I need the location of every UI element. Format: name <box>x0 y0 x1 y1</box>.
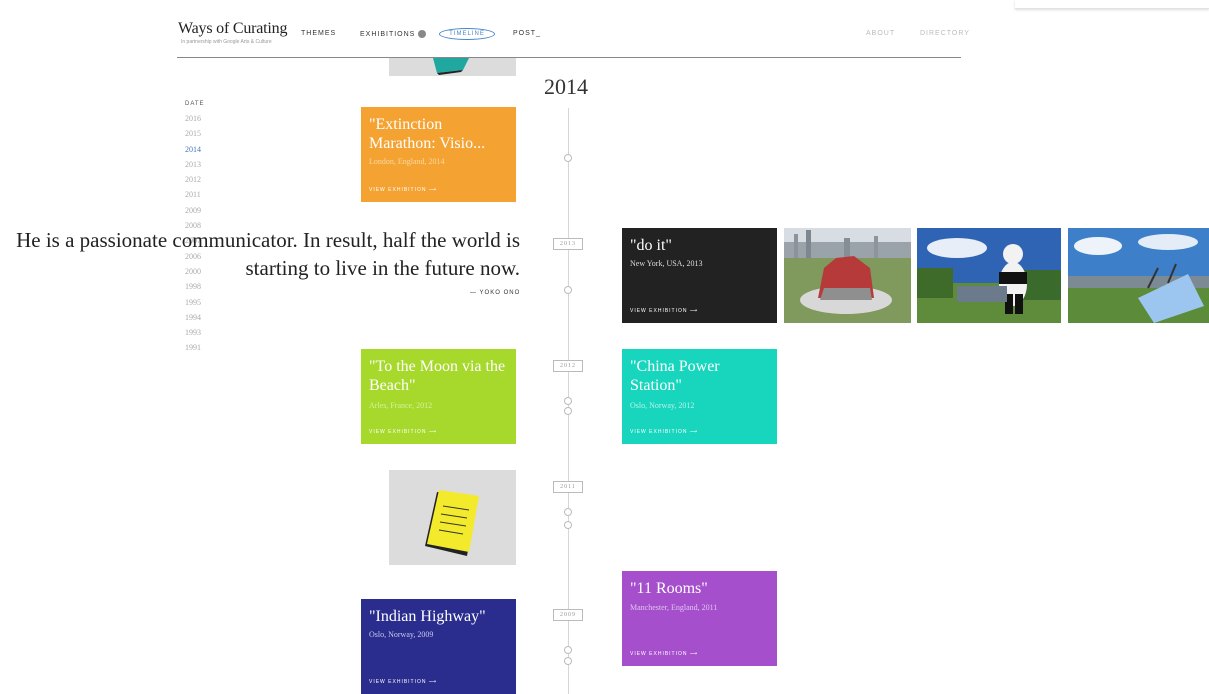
panda-performance-image <box>917 228 1061 323</box>
nav-exhibitions[interactable]: EXHIBITIONS <box>360 30 427 38</box>
card-location: Oslo, Norway, 2012 <box>630 401 695 410</box>
card-location: New York, USA, 2013 <box>630 259 703 268</box>
timeline-year-2012: 2012 <box>553 360 583 372</box>
logo-subtitle: In partnership with Google Arts & Cultur… <box>181 39 272 45</box>
exhibition-photo-installation[interactable] <box>1068 228 1209 323</box>
exhibition-card-china-power-station[interactable]: "China Power Station" Oslo, Norway, 2012… <box>622 349 777 444</box>
card-location: Arles, France, 2012 <box>369 401 433 410</box>
card-title: "To the Moon via the Beach" <box>369 358 506 394</box>
nav-directory[interactable]: DIRECTORY <box>920 30 970 37</box>
date-item-2009[interactable]: 2009 <box>185 206 205 221</box>
view-exhibition-link[interactable]: VIEW EXHIBITION ⟶ <box>630 308 698 314</box>
exhibition-photo-panda[interactable] <box>917 228 1061 323</box>
exhibition-card-11-rooms[interactable]: "11 Rooms" Manchester, England, 2011 VIE… <box>622 571 777 666</box>
installation-image <box>1068 228 1209 323</box>
nav-exhibitions-label: EXHIBITIONS <box>360 30 416 38</box>
date-item-1998[interactable]: 1998 <box>185 282 205 297</box>
exhibition-photo-sculpture[interactable] <box>784 228 911 323</box>
date-item-1993[interactable]: 1993 <box>185 328 205 343</box>
exhibition-card-indian-highway[interactable]: "Indian Highway" Oslo, Norway, 2009 VIEW… <box>361 599 516 694</box>
view-exhibition-link[interactable]: VIEW EXHIBITION ⟶ <box>369 429 437 435</box>
date-item-2013[interactable]: 2013 <box>185 160 205 175</box>
exhibition-image-book[interactable] <box>389 470 516 565</box>
view-exhibition-link[interactable]: VIEW EXHIBITION ⟶ <box>369 187 437 193</box>
exhibition-image-top[interactable] <box>389 58 516 76</box>
card-title: "Indian Highway" <box>369 608 486 625</box>
header-divider <box>177 57 961 58</box>
top-panel-edge <box>1015 0 1209 9</box>
exhibition-card-extinction-marathon[interactable]: "Extinction Marathon: Visio... London, E… <box>361 107 516 202</box>
quote-text: He is a passionate communicator. In resu… <box>16 228 520 280</box>
sculpture-image <box>784 228 911 323</box>
timeline-node <box>564 397 572 405</box>
card-location: Oslo, Norway, 2009 <box>369 630 434 639</box>
timeline-node <box>564 646 572 654</box>
timeline-node <box>564 508 572 516</box>
card-title: "Extinction Marathon: Visio... <box>369 116 486 152</box>
date-list-header: DATE <box>185 101 205 107</box>
date-item-2012[interactable]: 2012 <box>185 175 205 190</box>
timeline-node <box>564 407 572 415</box>
timeline-year-2011: 2011 <box>553 481 583 493</box>
current-year-heading: 2014 <box>544 74 588 99</box>
nav-timeline[interactable]: TIMELINE <box>439 28 495 40</box>
exhibitions-count-icon <box>418 30 427 38</box>
nav-post[interactable]: POST_ <box>513 30 541 37</box>
timeline-node <box>564 286 572 294</box>
view-exhibition-link[interactable]: VIEW EXHIBITION ⟶ <box>630 651 698 657</box>
card-title: "China Power Station" <box>630 358 720 394</box>
view-exhibition-link[interactable]: VIEW EXHIBITION ⟶ <box>630 429 698 435</box>
book-image <box>433 58 469 75</box>
date-item-2014[interactable]: 2014 <box>185 145 205 160</box>
quote-attribution: — YOKO ONO <box>470 290 521 296</box>
card-location: London, England, 2014 <box>369 157 445 166</box>
nav-about[interactable]: ABOUT <box>866 30 895 37</box>
exhibition-card-do-it[interactable]: "do it" New York, USA, 2013 VIEW EXHIBIT… <box>622 228 777 323</box>
nav-themes[interactable]: THEMES <box>301 30 336 37</box>
timeline-node <box>564 657 572 665</box>
date-item-1994[interactable]: 1994 <box>185 313 205 328</box>
date-item-2015[interactable]: 2015 <box>185 129 205 144</box>
timeline-node <box>564 521 572 529</box>
date-item-2016[interactable]: 2016 <box>185 114 205 129</box>
timeline-node <box>564 154 572 162</box>
book-image <box>425 490 479 556</box>
timeline-year-2013: 2013 <box>553 238 583 250</box>
timeline-year-2009: 2009 <box>553 609 583 621</box>
view-exhibition-link[interactable]: VIEW EXHIBITION ⟶ <box>369 679 437 685</box>
card-location: Manchester, England, 2011 <box>630 603 718 612</box>
card-title: "11 Rooms" <box>630 580 708 597</box>
date-item-2011[interactable]: 2011 <box>185 190 205 205</box>
date-item-1995[interactable]: 1995 <box>185 298 205 313</box>
card-title: "do it" <box>630 237 672 254</box>
site-logo[interactable]: Ways of Curating <box>178 20 287 38</box>
date-item-1991[interactable]: 1991 <box>185 343 205 358</box>
exhibition-card-to-the-moon[interactable]: "To the Moon via the Beach" Arles, Franc… <box>361 349 516 444</box>
